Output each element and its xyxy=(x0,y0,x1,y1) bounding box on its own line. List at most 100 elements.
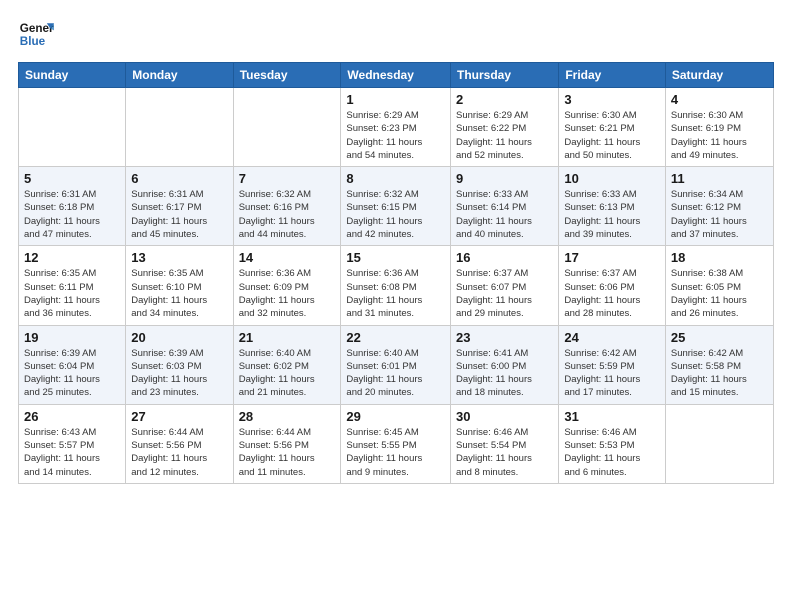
sunrise-text: Sunrise: 6:46 AM xyxy=(456,426,553,439)
daylight-text: Daylight: 11 hours xyxy=(564,452,660,465)
daylight-text-cont: and 15 minutes. xyxy=(671,386,768,399)
daylight-text-cont: and 17 minutes. xyxy=(564,386,660,399)
day-number: 18 xyxy=(671,250,768,265)
daylight-text-cont: and 36 minutes. xyxy=(24,307,120,320)
sunset-text: Sunset: 6:03 PM xyxy=(131,360,227,373)
calendar-cell: 20Sunrise: 6:39 AMSunset: 6:03 PMDayligh… xyxy=(126,325,233,404)
sunset-text: Sunset: 5:58 PM xyxy=(671,360,768,373)
calendar-cell: 23Sunrise: 6:41 AMSunset: 6:00 PMDayligh… xyxy=(451,325,559,404)
day-info: Sunrise: 6:31 AMSunset: 6:17 PMDaylight:… xyxy=(131,188,227,241)
day-info: Sunrise: 6:39 AMSunset: 6:04 PMDaylight:… xyxy=(24,347,120,400)
calendar-cell xyxy=(126,88,233,167)
day-info: Sunrise: 6:33 AMSunset: 6:13 PMDaylight:… xyxy=(564,188,660,241)
calendar-cell: 2Sunrise: 6:29 AMSunset: 6:22 PMDaylight… xyxy=(451,88,559,167)
calendar-week-row: 12Sunrise: 6:35 AMSunset: 6:11 PMDayligh… xyxy=(19,246,774,325)
day-info: Sunrise: 6:32 AMSunset: 6:15 PMDaylight:… xyxy=(346,188,445,241)
sunrise-text: Sunrise: 6:30 AM xyxy=(671,109,768,122)
daylight-text-cont: and 31 minutes. xyxy=(346,307,445,320)
logo: General Blue xyxy=(18,16,54,52)
day-number: 19 xyxy=(24,330,120,345)
daylight-text: Daylight: 11 hours xyxy=(24,373,120,386)
daylight-text: Daylight: 11 hours xyxy=(456,452,553,465)
daylight-text-cont: and 52 minutes. xyxy=(456,149,553,162)
sunrise-text: Sunrise: 6:44 AM xyxy=(239,426,336,439)
day-info: Sunrise: 6:32 AMSunset: 6:16 PMDaylight:… xyxy=(239,188,336,241)
day-number: 6 xyxy=(131,171,227,186)
day-info: Sunrise: 6:30 AMSunset: 6:19 PMDaylight:… xyxy=(671,109,768,162)
calendar-cell: 22Sunrise: 6:40 AMSunset: 6:01 PMDayligh… xyxy=(341,325,451,404)
daylight-text-cont: and 54 minutes. xyxy=(346,149,445,162)
day-info: Sunrise: 6:33 AMSunset: 6:14 PMDaylight:… xyxy=(456,188,553,241)
logo-icon: General Blue xyxy=(18,16,54,52)
sunrise-text: Sunrise: 6:39 AM xyxy=(24,347,120,360)
weekday-header-monday: Monday xyxy=(126,63,233,88)
sunrise-text: Sunrise: 6:29 AM xyxy=(346,109,445,122)
daylight-text: Daylight: 11 hours xyxy=(346,373,445,386)
day-number: 11 xyxy=(671,171,768,186)
calendar-cell: 25Sunrise: 6:42 AMSunset: 5:58 PMDayligh… xyxy=(665,325,773,404)
calendar-cell: 18Sunrise: 6:38 AMSunset: 6:05 PMDayligh… xyxy=(665,246,773,325)
daylight-text: Daylight: 11 hours xyxy=(671,136,768,149)
calendar-cell: 21Sunrise: 6:40 AMSunset: 6:02 PMDayligh… xyxy=(233,325,341,404)
sunset-text: Sunset: 5:54 PM xyxy=(456,439,553,452)
day-number: 22 xyxy=(346,330,445,345)
daylight-text-cont: and 23 minutes. xyxy=(131,386,227,399)
sunrise-text: Sunrise: 6:36 AM xyxy=(239,267,336,280)
sunset-text: Sunset: 6:05 PM xyxy=(671,281,768,294)
daylight-text: Daylight: 11 hours xyxy=(239,452,336,465)
calendar-cell: 5Sunrise: 6:31 AMSunset: 6:18 PMDaylight… xyxy=(19,167,126,246)
daylight-text-cont: and 8 minutes. xyxy=(456,466,553,479)
daylight-text: Daylight: 11 hours xyxy=(564,373,660,386)
daylight-text: Daylight: 11 hours xyxy=(671,294,768,307)
daylight-text-cont: and 25 minutes. xyxy=(24,386,120,399)
day-number: 29 xyxy=(346,409,445,424)
sunrise-text: Sunrise: 6:31 AM xyxy=(131,188,227,201)
calendar-cell xyxy=(19,88,126,167)
calendar-cell: 14Sunrise: 6:36 AMSunset: 6:09 PMDayligh… xyxy=(233,246,341,325)
day-number: 14 xyxy=(239,250,336,265)
day-number: 30 xyxy=(456,409,553,424)
daylight-text: Daylight: 11 hours xyxy=(671,373,768,386)
daylight-text: Daylight: 11 hours xyxy=(346,215,445,228)
daylight-text-cont: and 50 minutes. xyxy=(564,149,660,162)
day-number: 17 xyxy=(564,250,660,265)
sunrise-text: Sunrise: 6:40 AM xyxy=(239,347,336,360)
sunrise-text: Sunrise: 6:30 AM xyxy=(564,109,660,122)
sunset-text: Sunset: 6:23 PM xyxy=(346,122,445,135)
sunset-text: Sunset: 6:17 PM xyxy=(131,201,227,214)
day-number: 20 xyxy=(131,330,227,345)
sunrise-text: Sunrise: 6:42 AM xyxy=(564,347,660,360)
day-info: Sunrise: 6:31 AMSunset: 6:18 PMDaylight:… xyxy=(24,188,120,241)
calendar-cell: 15Sunrise: 6:36 AMSunset: 6:08 PMDayligh… xyxy=(341,246,451,325)
sunset-text: Sunset: 6:19 PM xyxy=(671,122,768,135)
daylight-text-cont: and 9 minutes. xyxy=(346,466,445,479)
sunset-text: Sunset: 6:04 PM xyxy=(24,360,120,373)
daylight-text-cont: and 28 minutes. xyxy=(564,307,660,320)
daylight-text: Daylight: 11 hours xyxy=(456,215,553,228)
day-info: Sunrise: 6:37 AMSunset: 6:06 PMDaylight:… xyxy=(564,267,660,320)
daylight-text: Daylight: 11 hours xyxy=(671,215,768,228)
daylight-text-cont: and 14 minutes. xyxy=(24,466,120,479)
day-info: Sunrise: 6:44 AMSunset: 5:56 PMDaylight:… xyxy=(131,426,227,479)
daylight-text: Daylight: 11 hours xyxy=(564,294,660,307)
calendar-cell: 13Sunrise: 6:35 AMSunset: 6:10 PMDayligh… xyxy=(126,246,233,325)
day-info: Sunrise: 6:36 AMSunset: 6:08 PMDaylight:… xyxy=(346,267,445,320)
calendar-cell: 6 Sunrise: 6:31 AMSunset: 6:17 PMDaylight… xyxy=(126,167,233,246)
sunset-text: Sunset: 5:56 PM xyxy=(131,439,227,452)
day-info: Sunrise: 6:46 AMSunset: 5:54 PMDaylight:… xyxy=(456,426,553,479)
sunrise-text: Sunrise: 6:41 AM xyxy=(456,347,553,360)
sunrise-text: Sunrise: 6:36 AM xyxy=(346,267,445,280)
sunrise-text: Sunrise: 6:37 AM xyxy=(564,267,660,280)
day-info: Sunrise: 6:37 AMSunset: 6:07 PMDaylight:… xyxy=(456,267,553,320)
day-number: 10 xyxy=(564,171,660,186)
daylight-text: Daylight: 11 hours xyxy=(564,136,660,149)
sunset-text: Sunset: 6:15 PM xyxy=(346,201,445,214)
daylight-text: Daylight: 11 hours xyxy=(346,136,445,149)
calendar-cell xyxy=(665,404,773,483)
calendar-cell: 24Sunrise: 6:42 AMSunset: 5:59 PMDayligh… xyxy=(559,325,666,404)
sunset-text: Sunset: 5:57 PM xyxy=(24,439,120,452)
daylight-text: Daylight: 11 hours xyxy=(239,294,336,307)
daylight-text-cont: and 37 minutes. xyxy=(671,228,768,241)
daylight-text: Daylight: 11 hours xyxy=(456,294,553,307)
day-info: Sunrise: 6:45 AMSunset: 5:55 PMDaylight:… xyxy=(346,426,445,479)
